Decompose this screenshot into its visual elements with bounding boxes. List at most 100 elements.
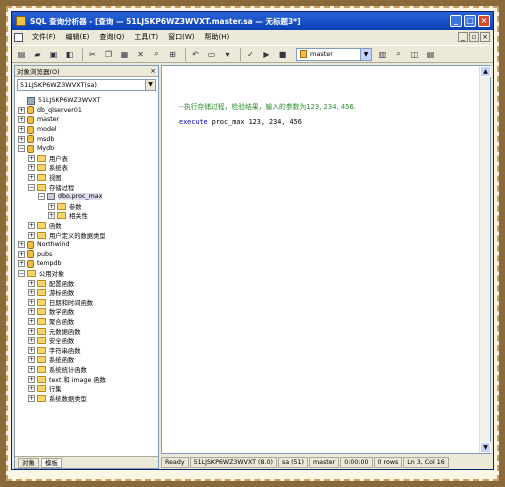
tree-item[interactable]: + pubs (15, 250, 158, 260)
parse-query-icon[interactable]: ✓ (244, 48, 257, 61)
expand-icon[interactable]: + (28, 394, 35, 402)
tree-item[interactable]: + 视图 (15, 173, 158, 183)
expand-icon[interactable]: + (18, 116, 25, 124)
expand-icon[interactable]: + (28, 289, 35, 297)
collapse-icon[interactable]: − (18, 145, 25, 153)
collapse-icon[interactable]: − (28, 183, 35, 191)
menu-file[interactable]: 文件(F) (27, 32, 61, 42)
tree-item[interactable]: + 数学函数 (15, 307, 158, 317)
tab-objects[interactable]: 对象 (18, 457, 39, 468)
tree-item[interactable]: + 配置函数 (15, 278, 158, 288)
tree-item[interactable]: + Northwind (15, 240, 158, 250)
menu-query[interactable]: 查询(Q) (94, 32, 129, 42)
tree-item[interactable]: − dbo.proc_max (15, 192, 158, 202)
tree-item[interactable]: + master (15, 115, 158, 125)
expand-icon[interactable]: + (28, 308, 35, 316)
expand-icon[interactable]: + (28, 222, 35, 230)
expand-icon[interactable]: + (28, 375, 35, 383)
find-objects-icon[interactable]: ⊞ (166, 48, 179, 61)
chevron-down-icon[interactable]: ▼ (360, 48, 371, 60)
expand-icon[interactable]: + (18, 241, 25, 249)
clear-icon[interactable]: ✕ (134, 48, 147, 61)
expand-icon[interactable]: + (18, 260, 25, 268)
tree-item[interactable]: − 存储过程 (15, 182, 158, 192)
expand-icon[interactable]: + (18, 106, 25, 114)
expand-icon[interactable]: + (28, 385, 35, 393)
tree-item[interactable]: + 系统函数 (15, 355, 158, 365)
query-editor[interactable]: --执行存储过程，检验结果，输入的参数为123, 234, 456. execu… (161, 65, 491, 454)
menu-edit[interactable]: 编辑(E) (61, 32, 95, 42)
insert-template-icon[interactable]: ◧ (63, 48, 76, 61)
object-search-icon[interactable]: ⌕ (392, 48, 405, 61)
tree-item[interactable]: + db_qlserver01 (15, 106, 158, 116)
expand-icon[interactable]: + (18, 250, 25, 258)
expand-icon[interactable]: + (28, 164, 35, 172)
tree-item[interactable]: − Mydb (15, 144, 158, 154)
tree-item[interactable]: + 相关性 (15, 211, 158, 221)
mdi-minimize-button[interactable]: _ (458, 32, 468, 42)
tree-item[interactable]: + 聚合函数 (15, 317, 158, 327)
minimize-button[interactable]: _ (450, 15, 462, 27)
tree-item[interactable]: + 系统表 (15, 163, 158, 173)
collapse-icon[interactable]: − (18, 269, 25, 277)
maximize-button[interactable]: □ (464, 15, 476, 27)
server-select[interactable]: 51LJSKP6WZ3WVXT(sa) ▼ (17, 79, 156, 91)
expand-icon[interactable]: + (48, 202, 55, 210)
mdi-close-button[interactable]: × (480, 32, 490, 42)
collapse-icon[interactable]: − (38, 193, 45, 201)
scroll-up-icon[interactable]: ▲ (480, 66, 491, 77)
menu-tools[interactable]: 工具(T) (129, 32, 163, 42)
tree-item[interactable]: + 日期和时间函数 (15, 297, 158, 307)
tree-item[interactable]: + 系统数据类型 (15, 393, 158, 403)
expand-icon[interactable]: + (28, 337, 35, 345)
cut-icon[interactable]: ✂ (86, 48, 99, 61)
new-query-icon[interactable]: ▤ (15, 48, 28, 61)
tree-item[interactable]: + tempdb (15, 259, 158, 269)
mdi-restore-button[interactable]: ▫ (469, 32, 479, 42)
copy-icon[interactable]: ❐ (102, 48, 115, 61)
find-icon[interactable]: ⌕ (150, 48, 163, 61)
tree-item[interactable]: + 用户定义的数据类型 (15, 230, 158, 240)
expand-icon[interactable]: + (28, 154, 35, 162)
close-button[interactable]: × (478, 15, 490, 27)
undo-icon[interactable]: ↶ (189, 48, 202, 61)
tree-item[interactable]: + 系统统计函数 (15, 365, 158, 375)
tree-item[interactable]: + 函数 (15, 221, 158, 231)
tree-item[interactable]: + 游标函数 (15, 288, 158, 298)
tab-templates[interactable]: 模板 (41, 457, 62, 468)
save-icon[interactable]: ▣ (47, 48, 60, 61)
close-icon[interactable]: × (150, 67, 156, 75)
object-browser-icon[interactable]: ▥ (376, 48, 389, 61)
expand-icon[interactable]: + (28, 231, 35, 239)
tree-item[interactable]: + 元数据函数 (15, 326, 158, 336)
editor-scrollbar[interactable]: ▲ ▼ (479, 66, 491, 453)
tree-item[interactable]: 51LJSKP6WZ3WVXT (15, 96, 158, 106)
database-select[interactable]: master ▼ (296, 47, 372, 61)
expand-icon[interactable]: + (28, 174, 35, 182)
expand-icon[interactable]: + (48, 212, 55, 220)
paste-icon[interactable]: ▦ (118, 48, 131, 61)
menu-window[interactable]: 窗口(W) (163, 32, 199, 42)
tree-item[interactable]: + text 和 image 函数 (15, 374, 158, 384)
expand-icon[interactable]: + (18, 126, 25, 134)
expand-icon[interactable]: + (28, 298, 35, 306)
tree-item[interactable]: + 字符串函数 (15, 345, 158, 355)
tree-item[interactable]: − 公用对象 (15, 269, 158, 279)
expand-icon[interactable]: + (28, 346, 35, 354)
tree-item[interactable]: + msdb (15, 134, 158, 144)
cancel-query-icon[interactable]: ■ (276, 48, 289, 61)
tree-item[interactable]: + 用户表 (15, 154, 158, 164)
tree-item[interactable]: + 安全函数 (15, 336, 158, 346)
expand-icon[interactable]: + (28, 279, 35, 287)
expand-icon[interactable]: + (28, 356, 35, 364)
scroll-down-icon[interactable]: ▼ (480, 442, 491, 453)
expand-icon[interactable]: + (28, 365, 35, 373)
execute-query-icon[interactable]: ▶ (260, 48, 273, 61)
tree-item[interactable]: + model (15, 125, 158, 135)
tree-item[interactable]: + 参数 (15, 202, 158, 212)
menu-help[interactable]: 帮助(H) (200, 32, 235, 42)
expand-icon[interactable]: + (28, 327, 35, 335)
current-connection-icon[interactable]: ◫ (408, 48, 421, 61)
tree-item[interactable]: + 行集 (15, 384, 158, 394)
results-mode-icon[interactable]: ▭ (205, 48, 218, 61)
